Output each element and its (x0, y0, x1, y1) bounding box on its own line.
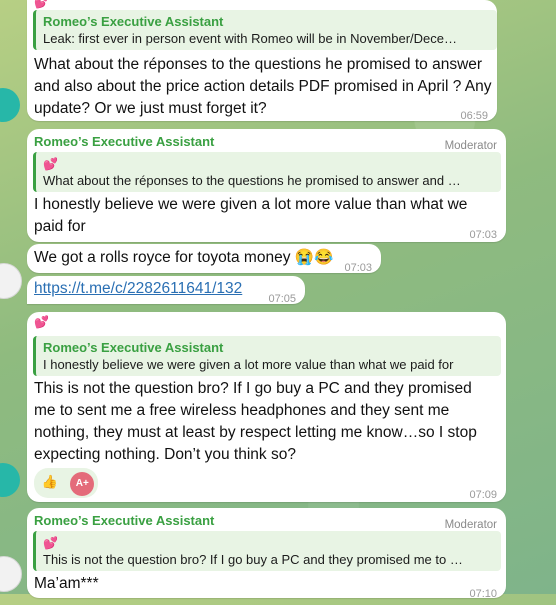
reply-text: What about the réponses to the questions… (43, 173, 461, 188)
reply-sender: Romeo’s Executive Assistant (43, 340, 224, 355)
reactions: 👍 A+ (34, 468, 99, 498)
heart-emoji-icon: 💕 (43, 536, 58, 550)
message-link[interactable]: https://t.me/c/2282611641/132 (34, 278, 242, 300)
message-text: I honestly believe we were given a lot m… (34, 196, 468, 235)
avatar[interactable] (0, 463, 20, 497)
reply-text: I honestly believe we were given a lot m… (43, 357, 454, 372)
thumbs-up-icon[interactable]: 👍 (38, 470, 62, 494)
message-bubble[interactable]: We got a rolls royce for toyota money 😭😂… (27, 244, 381, 274)
message-time: 07:03 (344, 262, 372, 274)
message-bubble[interactable]: 💕 Romeo’s Executive Assistant Leak: firs… (27, 0, 497, 122)
message-text: Ma’am*** (34, 575, 99, 592)
reply-preview[interactable]: Romeo’s Executive Assistant Leak: first … (33, 10, 497, 50)
message-time: 07:03 (469, 229, 497, 241)
reply-preview[interactable]: Romeo’s Executive Assistant I honestly b… (33, 336, 501, 376)
avatar[interactable] (0, 556, 22, 592)
message-bubble[interactable]: Romeo’s Executive Assistant Moderator 💕 … (27, 508, 506, 600)
message-bubble[interactable]: 💕 Romeo’s Executive Assistant I honestly… (27, 312, 506, 502)
message-time: 07:10 (469, 588, 497, 600)
message-time: 07:05 (268, 293, 296, 305)
message-bubble[interactable]: Romeo’s Executive Assistant Moderator 💕 … (27, 129, 506, 242)
reply-preview[interactable]: 💕 What about the réponses to the questio… (33, 152, 501, 192)
message-time: 06:59 (460, 110, 488, 122)
reply-sender: Romeo’s Executive Assistant (43, 14, 224, 29)
sender-name: Romeo’s Executive Assistant (34, 134, 215, 149)
reply-text: Leak: first ever in person event with Ro… (43, 31, 458, 46)
reply-text: This is not the question bro? If I go bu… (43, 552, 463, 567)
heart-emoji-icon: 💕 (43, 157, 58, 171)
message-text: This is not the question bro? If I go bu… (34, 380, 477, 463)
message-text: We got a rolls royce for toyota money 😭😂 (34, 249, 334, 266)
sticker-icon[interactable]: A+ (70, 472, 95, 496)
avatar[interactable] (0, 88, 20, 122)
reply-preview[interactable]: 💕 This is not the question bro? If I go … (33, 531, 501, 571)
message-bubble[interactable]: https://t.me/c/2282611641/132 07:05 (27, 276, 305, 305)
message-time: 07:09 (469, 489, 497, 501)
heart-emoji-icon: 💕 (34, 315, 49, 329)
message-text: What about the réponses to the questions… (34, 56, 492, 117)
sender-name: Romeo’s Executive Assistant (34, 513, 215, 528)
avatar[interactable] (0, 263, 22, 299)
heart-emoji-icon: 💕 (34, 0, 49, 9)
